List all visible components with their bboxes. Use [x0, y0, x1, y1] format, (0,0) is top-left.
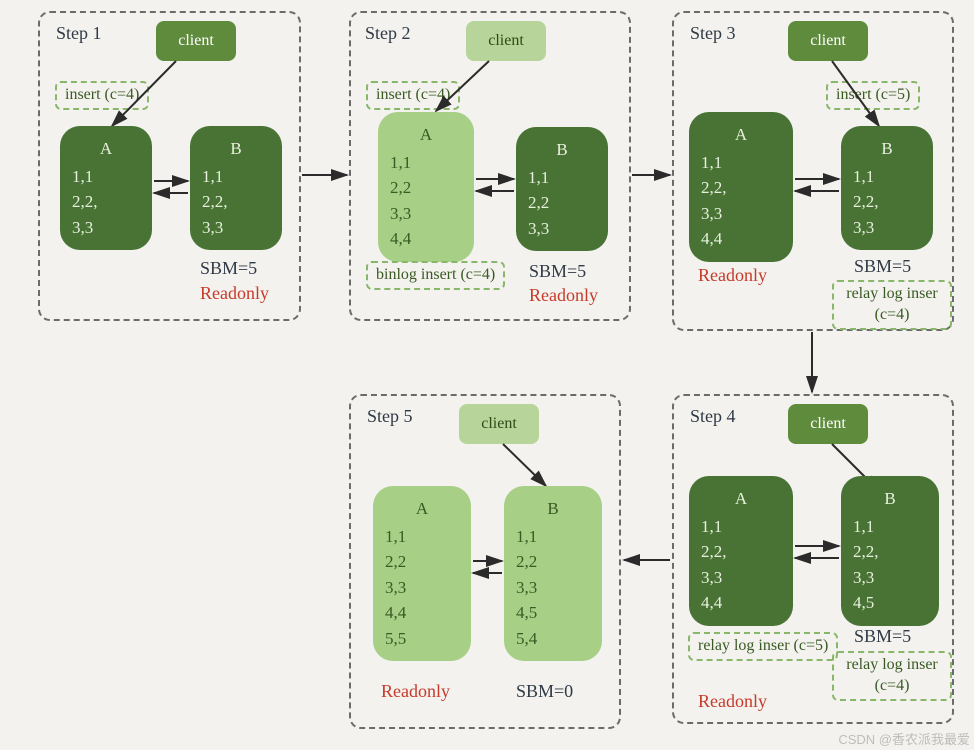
watermark: CSDN @香农派我最爱 [838, 729, 970, 748]
arrow-step4-step5 [0, 0, 974, 750]
